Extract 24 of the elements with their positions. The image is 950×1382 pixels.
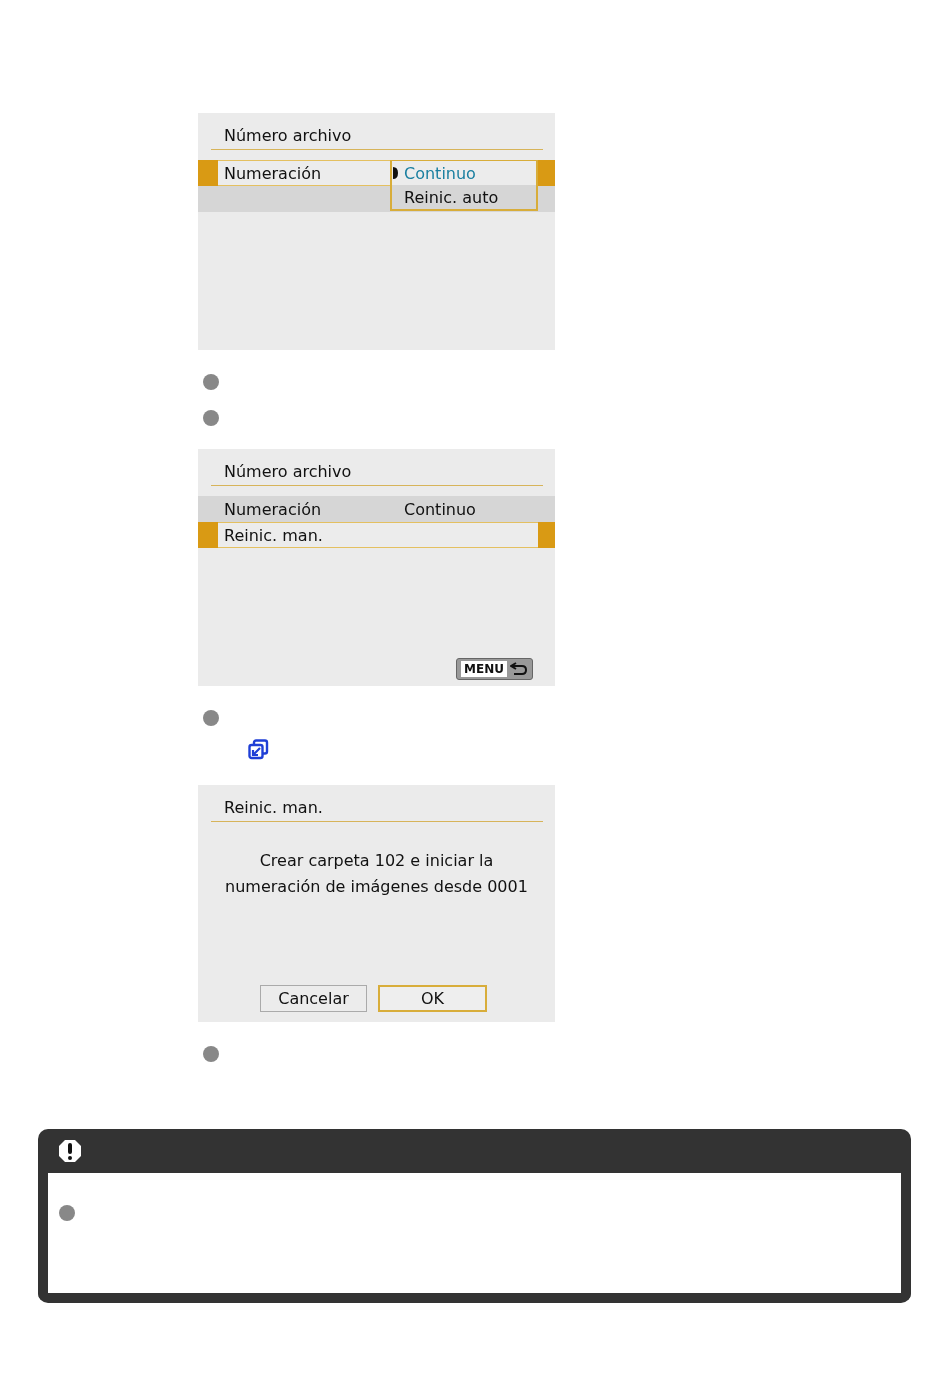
dialog-button[interactable]: Cancelar [260,985,367,1012]
caution-icon [58,1139,82,1163]
bullet-icon [203,410,219,426]
row-label: Numeración [224,499,323,519]
screen-title: Número archivo [224,461,353,483]
menu-row[interactable]: Numeración Continuo [198,496,555,522]
back-arrow-icon [510,662,528,676]
marker-icon [393,167,398,179]
screen-title: Número archivo [224,125,353,147]
dialog-button[interactable]: OK [378,985,487,1012]
dialog-message: Crear carpeta 102 e iniciar la numeración de imágenes desde 0001 [224,850,529,898]
dropdown-option[interactable]: Reinic. auto [392,185,536,209]
menu-row[interactable]: Reinic. man. [198,522,555,548]
row-label: Numeración [224,163,323,183]
link-icon[interactable] [248,738,269,760]
row-label: Reinic. man. [224,525,324,545]
bullet-icon [203,710,219,726]
row-value: Continuo [404,499,476,519]
menu-back-button[interactable]: MENU [456,658,533,680]
bullet-icon [59,1205,75,1221]
dropdown-option[interactable]: Continuo [392,161,536,185]
bullet-icon [203,374,219,390]
screen-title: Reinic. man. [224,797,324,819]
bullet-icon [203,1046,219,1062]
